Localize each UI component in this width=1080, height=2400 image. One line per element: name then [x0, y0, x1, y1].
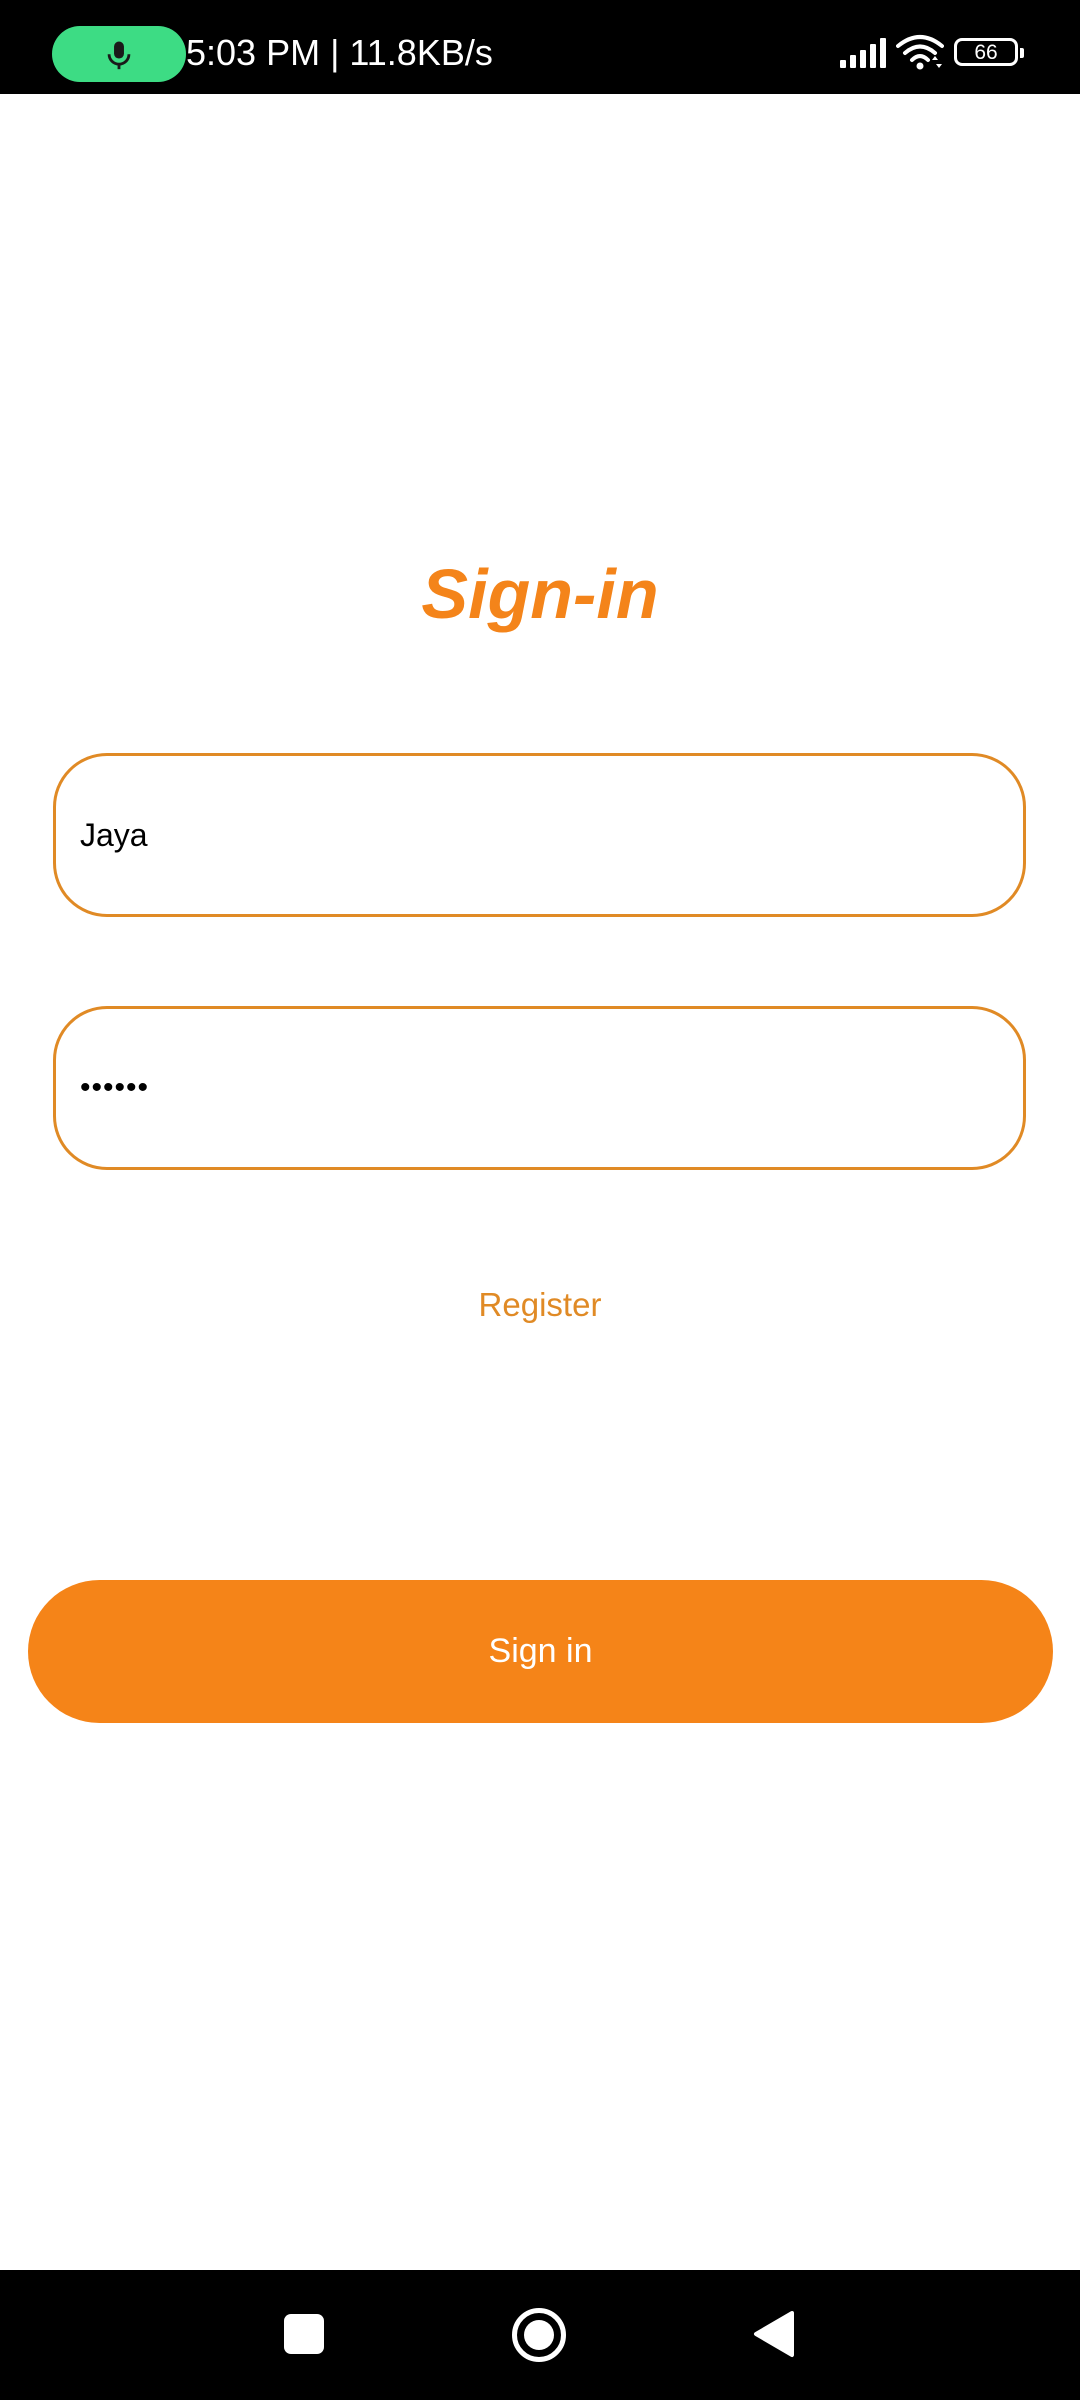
- mic-icon: [107, 41, 131, 70]
- wifi-icon: [896, 35, 944, 70]
- register-link[interactable]: Register: [0, 1282, 1080, 1328]
- signin-button[interactable]: Sign in: [28, 1580, 1053, 1723]
- password-input[interactable]: [80, 1009, 980, 1167]
- recents-icon[interactable]: [284, 2314, 324, 2354]
- password-field-container[interactable]: [53, 1006, 1026, 1170]
- page-title: Sign-in: [421, 555, 659, 633]
- battery-level: 66: [974, 41, 998, 64]
- mic-indicator[interactable]: [52, 26, 186, 82]
- username-input[interactable]: [80, 756, 980, 914]
- status-bar: 5:03 PM | 11.8KB/s 66: [0, 0, 1080, 94]
- username-field-container[interactable]: [53, 753, 1026, 917]
- home-icon[interactable]: [512, 2308, 566, 2362]
- battery-icon: 66: [954, 38, 1024, 66]
- navigation-bar: [0, 2270, 1080, 2400]
- back-icon[interactable]: [752, 2310, 794, 2358]
- signal-icon: [840, 38, 886, 68]
- status-time-speed: 5:03 PM | 11.8KB/s: [186, 32, 493, 73]
